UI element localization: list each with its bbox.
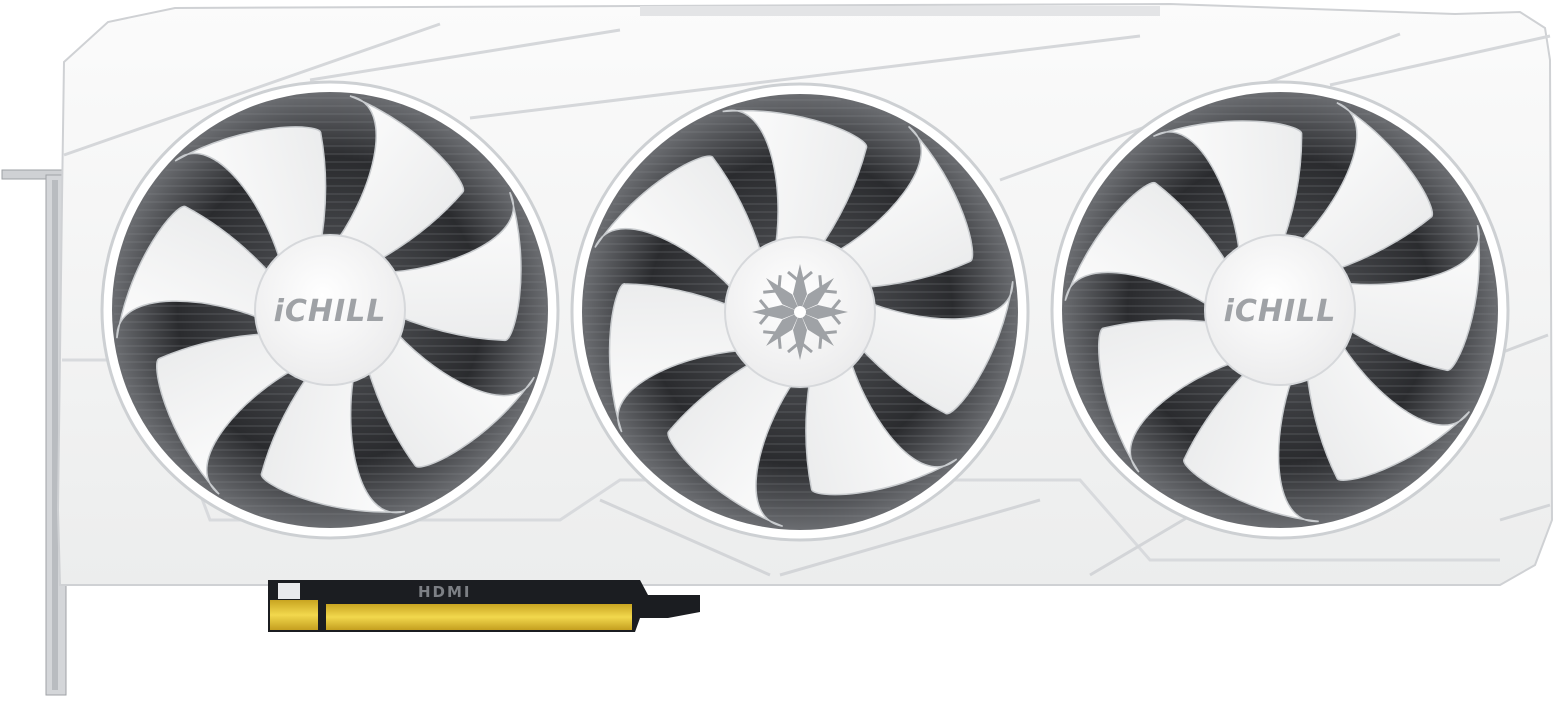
qr-code-sticker	[278, 583, 300, 599]
top-vent	[640, 6, 1160, 16]
snowflake-logo-icon	[752, 264, 848, 360]
ichill-logo-text: iCHILL	[274, 294, 387, 329]
graphics-card: iCHILL iCHILL HDMI	[1, 2, 1554, 696]
graphics-card-image: iCHILL iCHILL HDMI	[0, 0, 1562, 703]
hdmi-port-label: HDMI	[418, 583, 472, 601]
pcie-gold-contacts-short	[270, 600, 318, 630]
pcie-gold-contacts-long	[326, 604, 632, 630]
pcie-connector: HDMI	[268, 580, 700, 632]
ichill-logo-text: iCHILL	[1224, 294, 1337, 329]
